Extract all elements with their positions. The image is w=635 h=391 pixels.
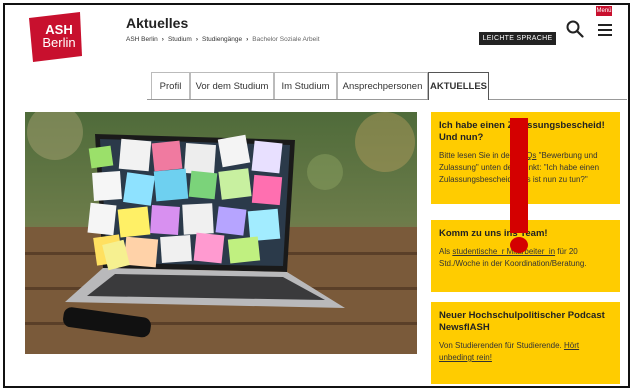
breadcrumb-item-studiengaenge[interactable]: Studiengänge bbox=[202, 36, 242, 43]
exclamation-dot-icon bbox=[510, 237, 528, 253]
card-text: Von Studierenden für Studierende. Hört u… bbox=[439, 340, 612, 364]
tab-im-studium[interactable]: Im Studium bbox=[274, 72, 337, 99]
card-text-pre: Als bbox=[439, 247, 453, 256]
breadcrumb-separator: › bbox=[161, 36, 164, 43]
breadcrumb: ASH Berlin › Studium › Studiengänge › Ba… bbox=[126, 36, 320, 43]
logo-line-2: Berlin bbox=[42, 35, 76, 50]
page-title: Aktuelles bbox=[126, 15, 189, 31]
breadcrumb-separator: › bbox=[195, 36, 198, 43]
exclamation-mark-icon bbox=[510, 118, 528, 233]
news-card-podcast: Neuer Hochschulpolitischer Podcast Newsf… bbox=[431, 302, 620, 384]
breadcrumb-item-current: Bachelor Soziale Arbeit bbox=[252, 36, 320, 43]
tab-vor-dem-studium[interactable]: Vor dem Studium bbox=[190, 72, 274, 99]
tab-aktuelles[interactable]: AKTUELLES bbox=[428, 72, 489, 100]
leichte-sprache-button[interactable]: LEICHTE SPRACHE bbox=[479, 32, 556, 45]
mitarbeiter-link[interactable]: studentische_r Mitarbeiter_in bbox=[452, 247, 555, 256]
card-text-pre: Bitte lesen Sie in den bbox=[439, 151, 517, 160]
tab-profil[interactable]: Profil bbox=[151, 72, 190, 99]
menu-label[interactable]: Menü bbox=[596, 6, 612, 16]
hero-image-laptop-sticky-notes bbox=[25, 112, 417, 354]
tab-ansprechpersonen[interactable]: Ansprechpersonen bbox=[337, 72, 428, 99]
search-icon[interactable] bbox=[566, 20, 584, 38]
card-text-pre: Von Studierenden für Studierende. bbox=[439, 341, 564, 350]
card-title: Neuer Hochschulpolitischer Podcast Newsf… bbox=[439, 310, 605, 333]
breadcrumb-item-ash-berlin[interactable]: ASH Berlin bbox=[126, 36, 158, 43]
ash-berlin-logo[interactable]: ASH Berlin bbox=[25, 12, 84, 62]
breadcrumb-separator: › bbox=[246, 36, 249, 43]
breadcrumb-item-studium[interactable]: Studium bbox=[168, 36, 192, 43]
hamburger-icon[interactable] bbox=[598, 24, 612, 36]
